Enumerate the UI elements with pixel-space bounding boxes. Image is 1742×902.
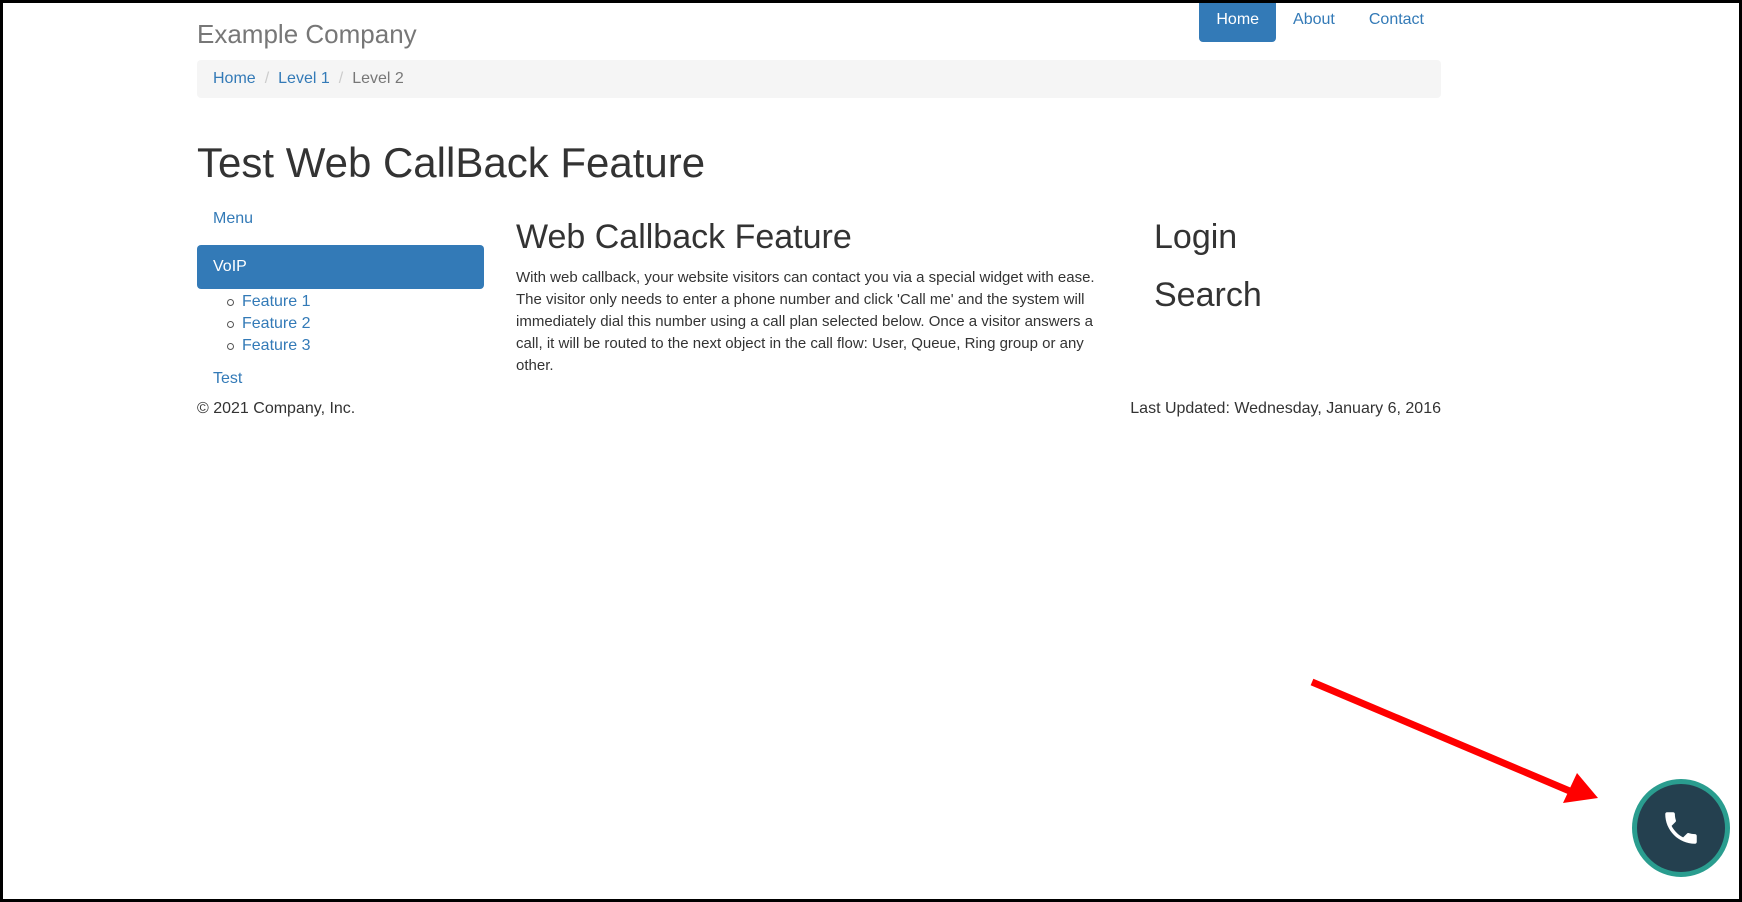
sidebar-item-voip[interactable]: VoIP xyxy=(197,245,484,289)
main-content: Web Callback Feature With web callback, … xyxy=(516,215,1116,377)
circle-bullet-icon xyxy=(227,342,234,350)
sidebar-sub-item-feature-1[interactable]: Feature 1 xyxy=(242,291,310,313)
annotation-arrow-icon xyxy=(1310,678,1598,803)
breadcrumb-home[interactable]: Home xyxy=(213,70,256,88)
sidebar-item-test[interactable]: Test xyxy=(197,365,484,393)
breadcrumb-separator: / xyxy=(264,70,270,87)
page-container: Example Company Home About Contact Home … xyxy=(197,0,1441,417)
sidebar-sub-item: Feature 1 xyxy=(227,291,484,313)
breadcrumb-separator: / xyxy=(338,70,344,87)
page-title: Test Web CallBack Feature xyxy=(197,139,706,186)
footer-copyright: © 2021 Company, Inc. xyxy=(197,400,356,417)
nav-home[interactable]: Home xyxy=(1199,0,1277,42)
breadcrumb-current: Level 2 xyxy=(352,70,404,87)
circle-bullet-icon xyxy=(227,320,234,328)
sidebar-item-menu[interactable]: Menu xyxy=(197,205,484,233)
nav-about[interactable]: About xyxy=(1276,0,1352,42)
login-heading: Login xyxy=(1154,218,1238,256)
nav-contact[interactable]: Contact xyxy=(1352,0,1441,42)
section-heading: Web Callback Feature xyxy=(516,218,852,256)
search-heading: Search xyxy=(1154,276,1262,314)
circle-bullet-icon xyxy=(227,298,234,306)
breadcrumb-level-1[interactable]: Level 1 xyxy=(278,70,330,88)
sidebar-sub-item: Feature 2 xyxy=(227,313,484,335)
sidebar-sub-list: Feature 1 Feature 2 Feature 3 xyxy=(197,291,484,357)
sidebar-sub-item-feature-3[interactable]: Feature 3 xyxy=(242,335,310,357)
navbar: Example Company Home About Contact xyxy=(197,0,1441,60)
breadcrumb: Home / Level 1 / Level 2 xyxy=(197,60,1441,98)
sidebar: Menu VoIP Feature 1 Feature 2 Feature 3 … xyxy=(197,205,484,393)
section-body: With web callback, your website visitors… xyxy=(516,269,1095,374)
right-column: Login Search xyxy=(1154,215,1441,331)
footer-last-updated: Last Updated: Wednesday, January 6, 2016 xyxy=(1130,400,1441,417)
brand-link[interactable]: Example Company xyxy=(197,19,417,49)
sidebar-sub-item-feature-2[interactable]: Feature 2 xyxy=(242,313,310,335)
phone-icon xyxy=(1665,812,1697,844)
main-nav: Home About Contact xyxy=(1199,0,1441,42)
callback-widget-button[interactable] xyxy=(1632,779,1730,877)
sidebar-sub-item: Feature 3 xyxy=(227,335,484,357)
